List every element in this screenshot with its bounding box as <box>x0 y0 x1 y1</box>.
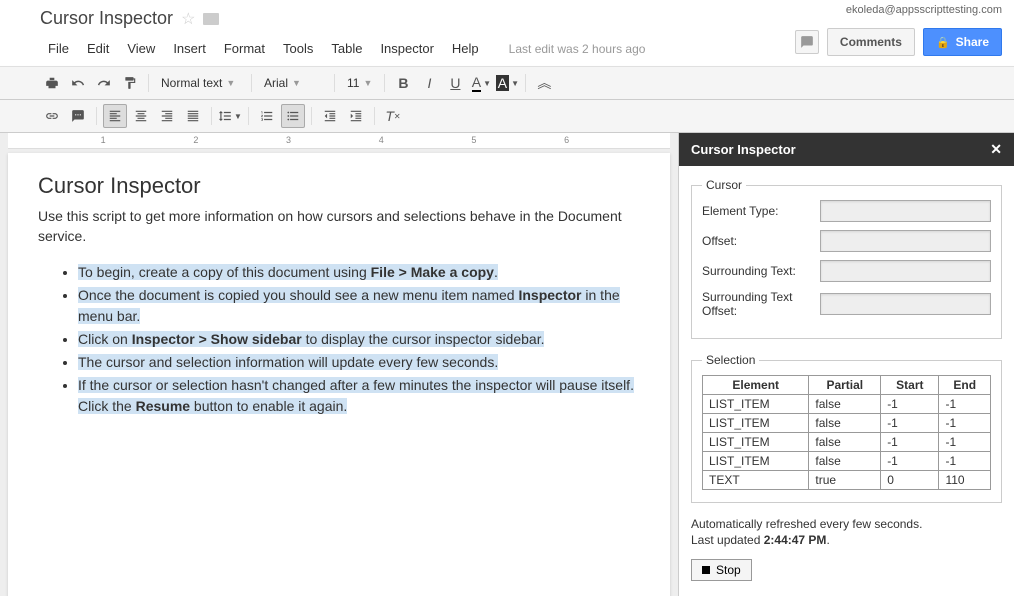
surrounding-text-offset-input[interactable] <box>820 293 991 315</box>
list-item: Click on Inspector > Show sidebar to dis… <box>78 329 640 350</box>
ruler[interactable]: 1 2 3 4 5 6 <box>8 133 670 149</box>
clear-format-icon[interactable]: T✕ <box>381 104 405 128</box>
stop-button[interactable]: Stop <box>691 559 752 581</box>
cursor-legend: Cursor <box>702 178 746 192</box>
highlight-icon[interactable]: A▼ <box>495 71 519 95</box>
stop-label: Stop <box>716 563 741 577</box>
table-row: LIST_ITEMfalse-1-1 <box>703 433 991 452</box>
numbered-list-icon[interactable] <box>255 104 279 128</box>
surrounding-text-input[interactable] <box>820 260 991 282</box>
element-type-input[interactable] <box>820 200 991 222</box>
cursor-fieldset: Cursor Element Type: Offset: Surrounding… <box>691 178 1002 339</box>
surrounding-text-offset-label: Surrounding Text Offset: <box>702 290 812 318</box>
star-icon[interactable]: ☆ <box>181 9 195 29</box>
comment-icon-button[interactable] <box>795 30 819 54</box>
last-edit-text[interactable]: Last edit was 2 hours ago <box>509 42 646 56</box>
menu-inspector[interactable]: Inspector <box>372 37 441 60</box>
text-color-icon[interactable]: A▼ <box>469 71 493 95</box>
comments-button[interactable]: Comments <box>827 28 915 56</box>
style-select[interactable]: Normal text▼ <box>155 74 245 92</box>
increase-indent-icon[interactable] <box>344 104 368 128</box>
doc-intro: Use this script to get more information … <box>38 207 640 246</box>
menu-view[interactable]: View <box>119 37 163 60</box>
italic-icon[interactable]: I <box>417 71 441 95</box>
sidebar-title: Cursor Inspector <box>691 142 796 157</box>
undo-icon[interactable] <box>66 71 90 95</box>
refresh-note: Automatically refreshed every few second… <box>691 517 1002 531</box>
font-select[interactable]: Arial▼ <box>258 74 328 92</box>
menu-tools[interactable]: Tools <box>275 37 321 60</box>
col-partial: Partial <box>809 376 881 395</box>
doc-heading: Cursor Inspector <box>38 173 640 199</box>
lock-icon: 🔒 <box>936 36 950 49</box>
col-end: End <box>939 376 991 395</box>
table-row: LIST_ITEMfalse-1-1 <box>703 452 991 471</box>
surrounding-text-label: Surrounding Text: <box>702 264 812 278</box>
menu-help[interactable]: Help <box>444 37 487 60</box>
col-start: Start <box>881 376 939 395</box>
menu-edit[interactable]: Edit <box>79 37 117 60</box>
element-type-label: Element Type: <box>702 204 812 218</box>
document-title[interactable]: Cursor Inspector <box>40 8 173 29</box>
table-row: TEXTtrue0110 <box>703 471 991 490</box>
list-item: To begin, create a copy of this document… <box>78 262 640 283</box>
document-page[interactable]: Cursor Inspector Use this script to get … <box>8 153 670 596</box>
close-icon[interactable]: ✕ <box>990 141 1002 158</box>
share-button[interactable]: 🔒 Share <box>923 28 1002 56</box>
align-center-icon[interactable] <box>129 104 153 128</box>
share-label: Share <box>956 35 989 49</box>
sidebar: Cursor Inspector ✕ Cursor Element Type: … <box>678 133 1014 596</box>
selection-table: Element Partial Start End LIST_ITEMfalse… <box>702 375 991 490</box>
decrease-indent-icon[interactable] <box>318 104 342 128</box>
offset-input[interactable] <box>820 230 991 252</box>
list-item: Once the document is copied you should s… <box>78 285 640 327</box>
font-size-select[interactable]: 11▼ <box>341 74 378 92</box>
toolbar: Normal text▼ Arial▼ 11▼ B I U A▼ A▼ ︽ <box>0 66 1014 100</box>
table-row: LIST_ITEMfalse-1-1 <box>703 414 991 433</box>
align-left-icon[interactable] <box>103 104 127 128</box>
bold-icon[interactable]: B <box>391 71 415 95</box>
last-updated: Last updated 2:44:47 PM. <box>691 533 1002 547</box>
line-spacing-icon[interactable]: ▼ <box>218 104 242 128</box>
user-email[interactable]: ekoleda@appsscripttesting.com <box>846 4 1002 16</box>
list-item: If the cursor or selection hasn't change… <box>78 375 640 417</box>
table-row: LIST_ITEMfalse-1-1 <box>703 395 991 414</box>
selection-fieldset: Selection Element Partial Start End LIST… <box>691 353 1002 503</box>
speech-bubble-icon <box>800 35 814 49</box>
list-item: The cursor and selection information wil… <box>78 352 640 373</box>
menu-insert[interactable]: Insert <box>165 37 214 60</box>
print-icon[interactable] <box>40 71 64 95</box>
menu-table[interactable]: Table <box>323 37 370 60</box>
redo-icon[interactable] <box>92 71 116 95</box>
paint-format-icon[interactable] <box>118 71 142 95</box>
stop-icon <box>702 566 710 574</box>
menu-file[interactable]: File <box>40 37 77 60</box>
link-icon[interactable] <box>40 104 64 128</box>
bullet-list-icon[interactable] <box>281 104 305 128</box>
align-justify-icon[interactable] <box>181 104 205 128</box>
collapse-toolbar-icon[interactable]: ︽ <box>532 71 556 95</box>
document-area[interactable]: 1 2 3 4 5 6 Cursor Inspector Use this sc… <box>0 133 678 596</box>
toolbar-row-2: ▼ T✕ <box>0 100 1014 133</box>
align-right-icon[interactable] <box>155 104 179 128</box>
menu-format[interactable]: Format <box>216 37 273 60</box>
offset-label: Offset: <box>702 234 812 248</box>
col-element: Element <box>703 376 809 395</box>
folder-icon[interactable] <box>203 13 219 25</box>
selection-legend: Selection <box>702 353 759 367</box>
insert-comment-icon[interactable] <box>66 104 90 128</box>
underline-icon[interactable]: U <box>443 71 467 95</box>
doc-list: To begin, create a copy of this document… <box>38 262 640 417</box>
